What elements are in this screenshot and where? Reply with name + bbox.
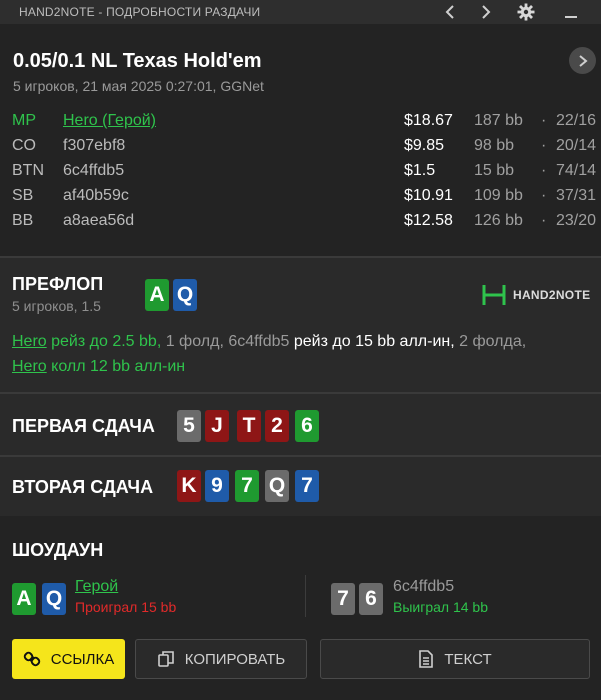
board2-title: ВТОРАЯ СДАЧА — [12, 477, 154, 497]
separator-dot: · — [541, 112, 547, 129]
gear-icon[interactable] — [514, 0, 538, 24]
player-row: CO f307ebf8 $9.85 98 bb · 20/14 — [0, 137, 601, 162]
preflop-action-line: Hero колл 12 bb алл-ин — [12, 358, 185, 376]
player-stack-bb: 187 bb — [474, 112, 523, 129]
copy-button[interactable]: КОПИРОВАТЬ — [135, 639, 307, 679]
player-position: CO — [12, 137, 36, 154]
card: J — [205, 410, 229, 442]
action-text: рейз до 2.5 bb, — [46, 333, 162, 350]
showdown-title: ШОУДАУН — [12, 540, 104, 560]
player-stack-bb: 109 bb — [474, 187, 523, 204]
card: Q — [42, 583, 66, 615]
player-row: BTN 6c4ffdb5 $1.5 15 bb · 74/14 — [0, 162, 601, 187]
player-row-hero: MP Hero (Герой) $18.67 187 bb · 22/16 — [0, 112, 601, 137]
card: A — [145, 279, 169, 311]
separator-dot: · — [541, 212, 547, 229]
action-text: 2 фолда, — [454, 333, 527, 350]
window-titlebar: HAND2NOTE - ПОДРОБНОСТИ РАЗДАЧИ — [0, 0, 601, 24]
separator-dot: · — [541, 137, 547, 154]
separator-dot: · — [541, 187, 547, 204]
card: K — [177, 470, 201, 502]
chevron-right-icon — [578, 54, 588, 67]
player-name[interactable]: af40b59c — [63, 187, 129, 205]
separator-dot: · — [541, 162, 547, 179]
game-title: 0.05/0.1 NL Texas Hold'em — [13, 50, 262, 72]
card: T — [237, 410, 261, 442]
action-text: колл 12 bb алл-ин — [46, 358, 186, 375]
action-text: рейз до 15 bb алл-ин, — [289, 333, 455, 350]
player-stats: 37/31 — [555, 187, 596, 204]
player-link-hero[interactable]: Hero — [12, 333, 47, 350]
preflop-title: ПРЕФЛОП — [12, 274, 104, 294]
card: Q — [265, 470, 289, 502]
window-title: HAND2NOTE - ПОДРОБНОСТИ РАЗДАЧИ — [19, 5, 261, 19]
player-stack: $12.58 — [404, 212, 453, 229]
player-link-hero[interactable]: Hero — [12, 358, 47, 375]
card: 6 — [359, 583, 383, 615]
chevron-left-icon[interactable] — [438, 0, 462, 24]
game-subtitle: 5 игроков, 21 мая 2025 0:27:01, GGNet — [13, 78, 264, 94]
showdown-result-win: Выиграл 14 bb — [393, 599, 488, 615]
preflop-subtitle: 5 игроков, 1.5 — [12, 298, 101, 314]
player-stack-bb: 98 bb — [474, 137, 515, 154]
preflop-action-line: Hero рейз до 2.5 bb, 1 фолд, 6c4ffdb5 ре… — [12, 333, 526, 351]
player-stack-bb: 126 bb — [474, 212, 523, 229]
player-stats: 74/14 — [555, 162, 596, 179]
player-stack: $1.5 — [404, 162, 436, 179]
player-stats: 22/16 — [555, 112, 596, 129]
text-button-label: ТЕКСТ — [444, 650, 492, 668]
card: Q — [173, 279, 197, 311]
player-stats: 20/14 — [555, 137, 596, 154]
link-button[interactable]: ССЫЛКА — [12, 639, 125, 679]
card: A — [12, 583, 36, 615]
player-name[interactable]: f307ebf8 — [63, 137, 125, 155]
hand2note-logo: HAND2NOTE — [481, 283, 590, 307]
player-name[interactable]: 6c4ffdb5 — [63, 162, 124, 180]
player-stack-bb: 15 bb — [474, 162, 515, 179]
card: 5 — [177, 410, 201, 442]
minimize-icon[interactable] — [559, 0, 583, 24]
showdown-player-hero-link[interactable]: Герой — [75, 578, 118, 596]
player-position: SB — [12, 187, 34, 204]
showdown-divider — [305, 575, 306, 617]
link-button-label: ССЫЛКА — [50, 650, 115, 668]
action-text: 1 фолд, 6c4ffdb5 — [161, 333, 290, 350]
card: 7 — [331, 583, 355, 615]
card: 6 — [295, 410, 319, 442]
card: 7 — [295, 470, 319, 502]
player-stats: 23/20 — [555, 212, 596, 229]
card: 7 — [235, 470, 259, 502]
player-row: BB a8aea56d $12.58 126 bb · 23/20 — [0, 212, 601, 237]
player-position: MP — [12, 112, 36, 129]
player-name[interactable]: a8aea56d — [63, 212, 134, 230]
player-position: BB — [12, 212, 34, 229]
player-stack: $18.67 — [404, 112, 453, 129]
board1-title: ПЕРВАЯ СДАЧА — [12, 416, 155, 436]
copy-button-label: КОПИРОВАТЬ — [184, 650, 286, 668]
copy-icon — [157, 651, 174, 667]
expand-button[interactable] — [569, 47, 596, 74]
showdown-result-loss: Проиграл 15 bb — [75, 599, 177, 615]
player-name-link[interactable]: Hero (Герой) — [63, 112, 156, 130]
hand2note-logo-icon — [482, 285, 506, 305]
chevron-right-icon[interactable] — [474, 0, 498, 24]
link-icon — [23, 651, 40, 667]
player-position: BTN — [12, 162, 44, 179]
player-stack: $9.85 — [404, 137, 445, 154]
card: 9 — [205, 470, 229, 502]
player-stack: $10.91 — [404, 187, 453, 204]
player-row: SB af40b59c $10.91 109 bb · 37/31 — [0, 187, 601, 212]
hand2note-logo-text: HAND2NOTE — [513, 288, 591, 302]
card: 2 — [265, 410, 289, 442]
showdown-player-name[interactable]: 6c4ffdb5 — [393, 578, 454, 596]
document-icon — [419, 650, 434, 668]
text-button[interactable]: ТЕКСТ — [320, 639, 590, 679]
